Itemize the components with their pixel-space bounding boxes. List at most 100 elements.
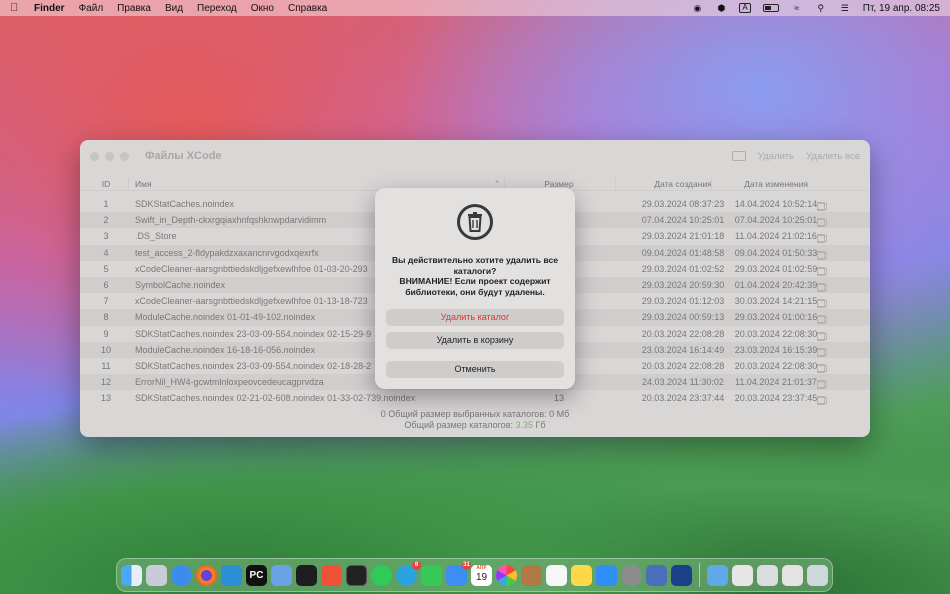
open-folder-icon[interactable] [817,364,827,372]
search-icon[interactable]: ⚲ [815,3,827,13]
row-id: 2 [103,215,109,226]
creative-cloud-icon[interactable]: ◉ [691,3,703,13]
open-folder-icon[interactable] [817,283,827,291]
total-size-value: 3.35 [515,420,534,430]
photos-dock-icon[interactable] [496,564,517,586]
row-id: 12 [100,377,111,388]
delete-button[interactable]: Удалить [758,151,794,162]
row-modified: 30.03.2024 14:21:15 [734,296,818,307]
open-folder-icon[interactable] [817,219,827,227]
system-settings-dock-icon[interactable] [621,564,642,586]
trash-icon [457,204,493,240]
open-folder-icon[interactable] [817,316,827,324]
zoom-window-button[interactable] [120,151,129,161]
telegram-badge: 8 [412,560,421,570]
menu-help[interactable]: Справка [288,3,327,14]
battery-icon[interactable] [762,4,779,12]
dialog-question: Вы действительно хотите удалить все ката… [391,255,559,276]
table-row[interactable]: 13 SDKStatCaches.noindex 02-21-02-608.noi… [80,390,870,406]
terminal-dock-icon[interactable] [346,564,367,586]
contacts-dock-icon[interactable] [521,564,542,586]
row-name: ModuleCache.noindex 01-01-49-102.noindex [135,312,316,323]
firefox-dock-icon[interactable] [196,564,217,586]
row-modified: 29.03.2024 01:00:16 [734,312,818,323]
open-folder-icon[interactable] [817,381,827,389]
row-id: 7 [103,296,109,307]
simulator-dock-icon[interactable] [671,564,692,586]
messages-dock-icon[interactable] [421,564,442,586]
reminders-dock-icon[interactable] [546,564,567,586]
preview-dock-icon[interactable] [646,564,667,586]
minimize-window-button[interactable] [105,151,114,161]
open-folder-icon[interactable] [817,332,827,340]
open-folder-icon[interactable] [817,203,827,210]
whatsapp-dock-icon[interactable] [371,564,392,586]
dialog-message: Вы действительно хотите удалить все ката… [385,255,565,297]
open-folder-icon[interactable] [817,267,827,275]
delete-catalog-button[interactable]: Удалить каталог [386,309,564,326]
delete-all-button[interactable]: Удалить все [806,151,860,162]
total-size-unit: Гб [535,420,546,430]
row-created: 29.03.2024 00:59:13 [641,312,725,323]
apple-menu-icon[interactable]:  [10,2,24,14]
docker-dock-icon[interactable] [221,564,242,586]
row-modified: 23.03.2024 16:15:39 [734,344,818,355]
column-header-modified[interactable]: Дата изменения [728,179,824,189]
row-created: 20.03.2024 22:08:28 [641,328,725,339]
app-store-dock-icon[interactable] [596,564,617,586]
figma-dock-icon[interactable] [296,564,317,586]
cancel-button[interactable]: Отменить [386,361,564,378]
column-header-id[interactable]: ID [94,179,118,189]
wifi-icon[interactable]: ≈ [791,3,803,13]
row-name: SDKStatCaches.noindex 23-03-09-554.noind… [135,328,372,339]
column-header-name[interactable]: Имя [135,179,152,189]
launchpad-dock-icon[interactable] [146,564,167,586]
recent-document-2-dock-icon[interactable] [757,564,778,586]
sidebar-toggle-icon[interactable] [731,151,746,161]
recent-document-1-dock-icon[interactable] [732,564,753,586]
open-folder-icon[interactable] [817,235,827,243]
row-modified: 20.03.2024 22:08:30 [734,328,818,339]
row-name: ErrorNil_HW4-gcwtmlnloxpeovcedeucagprvdz… [135,377,324,388]
finder-dock-icon[interactable] [121,564,142,586]
row-name: xCodeCleaner-aarsgnbttiedskdljgefxewlhfo… [135,263,368,274]
menu-view[interactable]: Вид [165,3,183,14]
menu-go[interactable]: Переход [197,3,237,14]
sort-ascending-icon[interactable]: ⌃ [494,180,500,188]
column-header-size[interactable]: Размер [544,179,574,189]
swift-playgrounds-dock-icon[interactable] [321,564,342,586]
menu-edit[interactable]: Правка [117,3,151,14]
cube-icon[interactable]: ⬢ [715,3,727,13]
column-header-created[interactable]: Дата создания [635,179,731,189]
row-modified: 20.03.2024 23:37:45 [734,393,818,404]
close-window-button[interactable] [90,151,99,161]
menu-file[interactable]: Файл [79,3,104,14]
open-folder-icon[interactable] [817,300,827,308]
safari-dock-icon[interactable] [171,564,192,586]
menu-app-name[interactable]: Finder [34,3,65,14]
menu-clock[interactable]: Пт, 19 апр. 08:25 [863,3,940,14]
pycharm-dock-icon[interactable]: PC [246,564,267,586]
menu-window[interactable]: Окно [251,3,274,14]
mail-dock-icon[interactable]: 31 [446,560,471,586]
input-source-icon[interactable]: A [739,3,751,13]
recent-document-3-dock-icon[interactable] [782,564,803,586]
move-to-trash-button[interactable]: Удалить в корзину [386,332,564,349]
calendar-dock-icon[interactable]: АПР 19 [471,564,492,586]
total-size-text: Общий размер каталогов: 3.35 Гб [80,420,870,431]
row-modified: 11.04.2024 21:01:37 [735,377,817,388]
selected-size-text: 0 Общий размер выбранных каталогов: 0 Мб [380,409,570,419]
row-name: Swift_in_Depth-ckxrgqiaxhnfqshknwpdarvid… [135,215,327,226]
open-folder-icon[interactable] [817,251,827,259]
telegram-dock-icon[interactable]: 8 [396,560,421,586]
open-folder-icon[interactable] [817,348,827,356]
xcode-dock-icon[interactable] [271,564,292,586]
row-created: 29.03.2024 01:02:52 [641,263,725,274]
row-created: 29.03.2024 21:01:18 [641,231,725,242]
control-center-icon[interactable]: ☰ [839,3,851,13]
row-id: 9 [103,328,109,339]
open-folder-icon[interactable] [817,397,827,405]
notes-dock-icon[interactable] [571,564,592,586]
downloads-folder-dock-icon[interactable] [707,564,728,586]
trash-dock-icon[interactable] [807,564,828,586]
